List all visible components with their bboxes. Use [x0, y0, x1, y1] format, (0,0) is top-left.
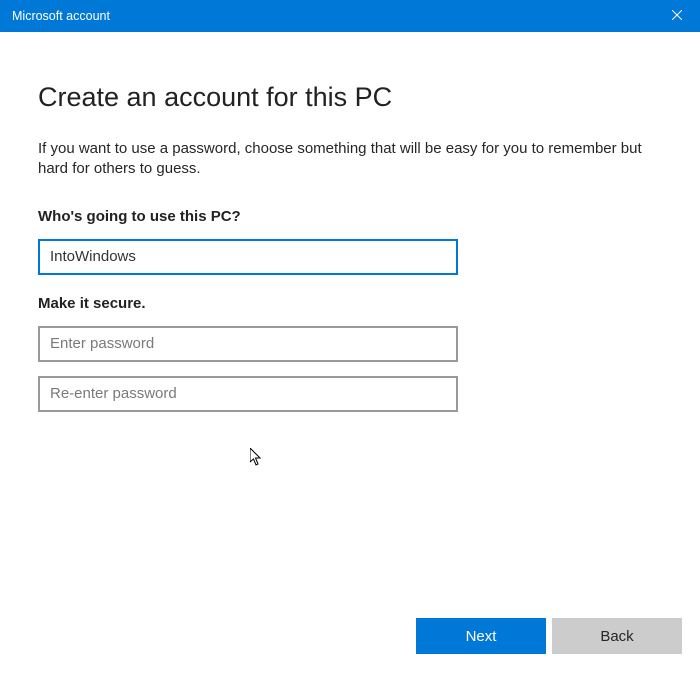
close-icon: [672, 7, 682, 25]
titlebar-title: Microsoft account: [12, 9, 110, 23]
username-input[interactable]: [38, 239, 458, 275]
content-area: Create an account for this PC If you wan…: [0, 32, 700, 412]
footer-buttons: Next Back: [416, 618, 682, 654]
next-button[interactable]: Next: [416, 618, 546, 654]
password-confirm-input[interactable]: [38, 376, 458, 412]
password-input[interactable]: [38, 326, 458, 362]
password-section-label: Make it secure.: [38, 295, 662, 312]
back-button[interactable]: Back: [552, 618, 682, 654]
page-description: If you want to use a password, choose so…: [38, 139, 658, 180]
username-label: Who's going to use this PC?: [38, 208, 662, 225]
titlebar: Microsoft account: [0, 0, 700, 32]
cursor-icon: [250, 448, 266, 473]
close-button[interactable]: [654, 0, 700, 32]
page-title: Create an account for this PC: [38, 82, 662, 113]
